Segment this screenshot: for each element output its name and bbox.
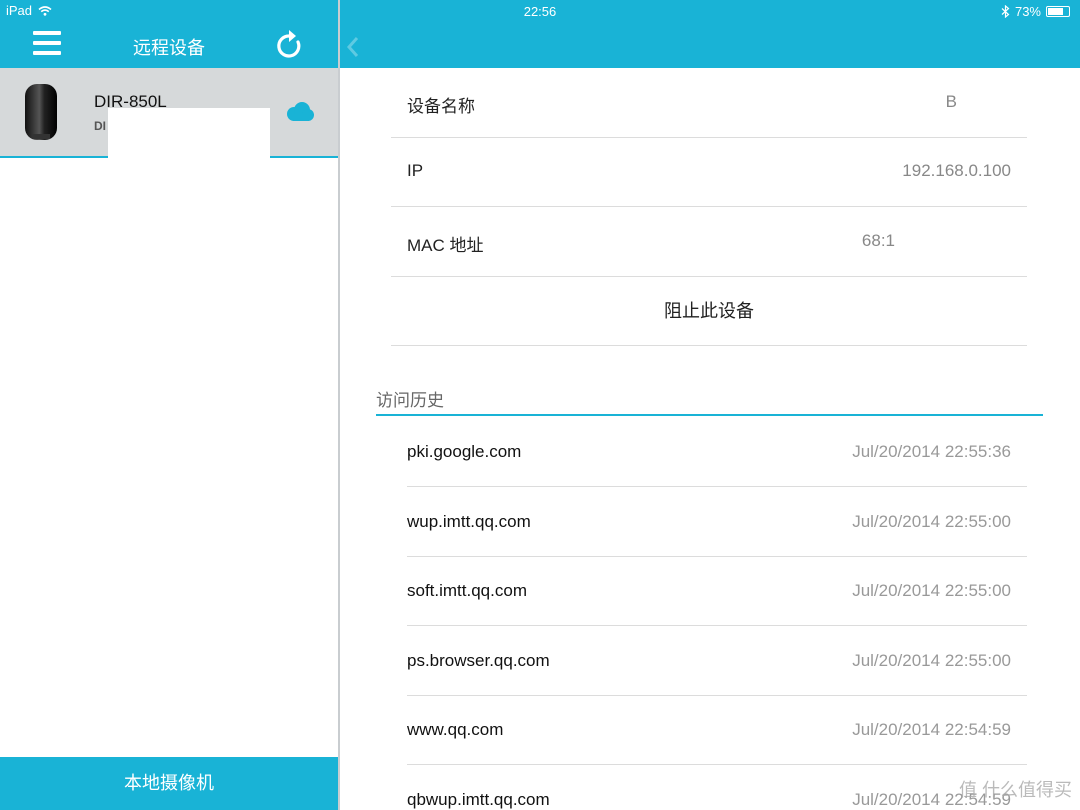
history-row[interactable]: ps.browser.qq.com Jul/20/2014 22:55:00: [407, 626, 1027, 696]
right-pane: 22:56 73% 设备名称 B IP 192.168.0.100 MAC 地址…: [340, 0, 1080, 810]
local-camera-button[interactable]: 本地摄像机: [0, 757, 338, 810]
clock: 22:56: [523, 4, 557, 19]
history-domain: wup.imtt.qq.com: [407, 512, 531, 531]
history-domain: qbwup.imtt.qq.com: [407, 790, 550, 809]
device-name-value: B: [945, 92, 957, 111]
right-header: 22:56 73%: [340, 0, 1080, 68]
refresh-icon[interactable]: [275, 30, 303, 60]
status-bar-right: 73%: [1001, 4, 1070, 19]
history-row[interactable]: wup.imtt.qq.com Jul/20/2014 22:55:00: [407, 487, 1027, 557]
router-icon: [25, 84, 57, 140]
history-section-header: 访问历史: [376, 386, 1043, 416]
block-device-button[interactable]: 阻止此设备: [391, 276, 1027, 346]
history-domain: www.qq.com: [407, 720, 504, 739]
history-row[interactable]: www.qq.com Jul/20/2014 22:54:59: [407, 695, 1027, 765]
history-time: Jul/20/2014 22:55:00: [852, 581, 1011, 600]
wifi-icon: [38, 5, 52, 16]
device-name-label: 设备名称: [407, 97, 475, 116]
battery-icon: [1046, 6, 1070, 17]
back-button[interactable]: [346, 36, 360, 63]
bluetooth-icon: [1001, 5, 1010, 18]
history-domain: soft.imtt.qq.com: [407, 581, 527, 600]
history-domain: pki.google.com: [407, 442, 522, 461]
history-row[interactable]: qbwup.imtt.qq.com Jul/20/2014 22:54:59: [407, 765, 1027, 810]
ip-row: IP 192.168.0.100: [391, 137, 1027, 207]
history-time: Jul/20/2014 22:55:00: [852, 651, 1011, 670]
device-subtitle: DI: [94, 119, 106, 133]
history-row[interactable]: soft.imtt.qq.com Jul/20/2014 22:55:00: [407, 556, 1027, 626]
chevron-left-icon: [346, 37, 359, 57]
ip-label: IP: [407, 161, 424, 180]
mac-label: MAC 地址: [407, 236, 484, 255]
mac-value: 68:1: [861, 231, 895, 250]
cloud-icon: [287, 102, 314, 121]
left-header: iPad 远程设备: [0, 0, 338, 68]
history-title: 访问历史: [376, 391, 444, 410]
app-root: iPad 远程设备 DIR-850L DI 本地摄像机 22:56 73% 设备…: [0, 0, 1080, 810]
device-name-row: 设备名称 B: [391, 68, 1027, 138]
history-time: Jul/20/2014 22:55:36: [852, 442, 1011, 461]
history-time: Jul/20/2014 22:55:00: [852, 512, 1011, 531]
redaction-block: [108, 108, 270, 158]
battery-percent: 73%: [1014, 4, 1041, 19]
ip-value: 192.168.0.100: [902, 161, 1011, 180]
status-bar-left: iPad: [6, 3, 52, 18]
history-domain: ps.browser.qq.com: [407, 651, 550, 670]
watermark: 值 什么值得买: [958, 780, 1072, 800]
mac-row: MAC 地址 68:1: [391, 207, 1027, 277]
history-row[interactable]: pki.google.com Jul/20/2014 22:55:36: [407, 417, 1027, 487]
carrier-label: iPad: [6, 3, 33, 18]
history-time: Jul/20/2014 22:54:59: [852, 720, 1011, 739]
device-list-item[interactable]: DIR-850L DI: [0, 68, 338, 158]
left-pane: iPad 远程设备 DIR-850L DI 本地摄像机: [0, 0, 338, 810]
